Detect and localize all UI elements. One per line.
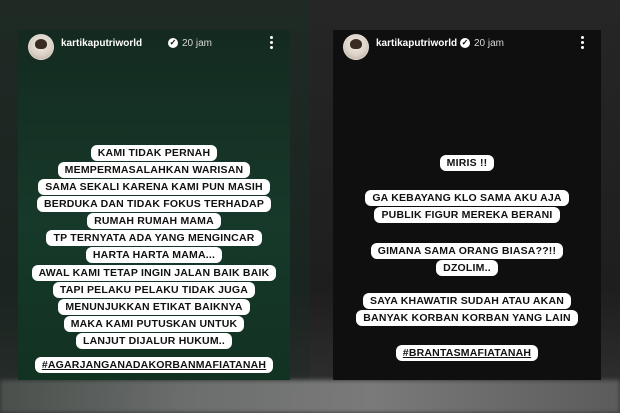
verified-icon: ✓ <box>168 38 178 48</box>
post-time: 20 jam <box>474 38 505 49</box>
text-block-4: SAYA KHAWATIR SUDAH ATAU AKAN BANYAK KOR… <box>333 293 601 327</box>
text-line: MEMPERMASALAHKAN WARISAN <box>57 162 251 178</box>
hashtag[interactable]: #AGARJANGANADAKORBANMAFIATANAH <box>34 357 274 373</box>
hashtag-block: #AGARJANGANADAKORBANMAFIATANAH <box>18 357 290 374</box>
text-block-1: MIRIS !! <box>333 155 601 172</box>
text-line: GIMANA SAMA ORANG BIASA??!! <box>370 243 564 259</box>
text-block-1: KAMI TIDAK PERNAH MEMPERMASALAHKAN WARIS… <box>18 145 290 264</box>
hashtag-block: #BRANTASMAFIATANAH <box>333 345 601 362</box>
text-line: MIRIS !! <box>439 155 495 171</box>
username[interactable]: kartikaputriworld <box>61 38 142 49</box>
text-line: DZOLIM.. <box>436 260 498 276</box>
verified-icon: ✓ <box>460 38 470 48</box>
text-line: PUBLIK FIGUR MEREKA BERANI <box>374 207 560 223</box>
text-line: TP TERNYATA ADA YANG MENGINCAR <box>46 230 262 246</box>
avatar[interactable] <box>343 34 369 60</box>
text-line: MAKA KAMI PUTUSKAN UNTUK <box>63 316 245 332</box>
avatar[interactable] <box>28 34 54 60</box>
text-line: BANYAK KORBAN KORBAN YANG LAIN <box>356 310 578 326</box>
text-line: LANJUT DIJALUR HUKUM.. <box>75 333 233 349</box>
story-panel-left: kartikaputriworld ✓ 20 jam KAMI TIDAK PE… <box>18 30 290 380</box>
story-panel-right: kartikaputriworld ✓ 20 jam MIRIS !! GA K… <box>333 30 601 380</box>
text-line: SAYA KHAWATIR SUDAH ATAU AKAN <box>362 293 572 309</box>
text-block-2: GA KEBAYANG KLO SAMA AKU AJA PUBLIK FIGU… <box>333 190 601 224</box>
more-options-icon[interactable] <box>268 35 274 53</box>
text-line: BERDUKA DAN TIDAK FOKUS TERHADAP <box>36 196 272 212</box>
text-line: KAMI TIDAK PERNAH <box>90 145 218 161</box>
text-block-2: AWAL KAMI TETAP INGIN JALAN BAIK BAIK TA… <box>18 265 290 350</box>
story-header: kartikaputriworld ✓ 20 jam <box>333 30 601 62</box>
text-line: MENUNJUKKAN ETIKAT BAIKNYA <box>58 299 250 315</box>
bottom-blur-strip <box>0 380 620 413</box>
more-options-icon[interactable] <box>579 35 585 53</box>
post-time: 20 jam <box>182 38 213 49</box>
text-line: SAMA SEKALI KARENA KAMI PUN MASIH <box>38 179 270 195</box>
text-line: RUMAH RUMAH MAMA <box>87 213 221 229</box>
text-line: AWAL KAMI TETAP INGIN JALAN BAIK BAIK <box>31 265 277 281</box>
text-line: HARTA HARTA MAMA... <box>85 247 223 263</box>
text-block-3: GIMANA SAMA ORANG BIASA??!! DZOLIM.. <box>333 243 601 277</box>
text-line: GA KEBAYANG KLO SAMA AKU AJA <box>365 190 569 206</box>
hashtag[interactable]: #BRANTASMAFIATANAH <box>395 345 539 361</box>
username[interactable]: kartikaputriworld <box>376 38 457 49</box>
text-line: TAPI PELAKU PELAKU TIDAK JUGA <box>52 282 256 298</box>
story-header: kartikaputriworld ✓ 20 jam <box>18 30 290 62</box>
